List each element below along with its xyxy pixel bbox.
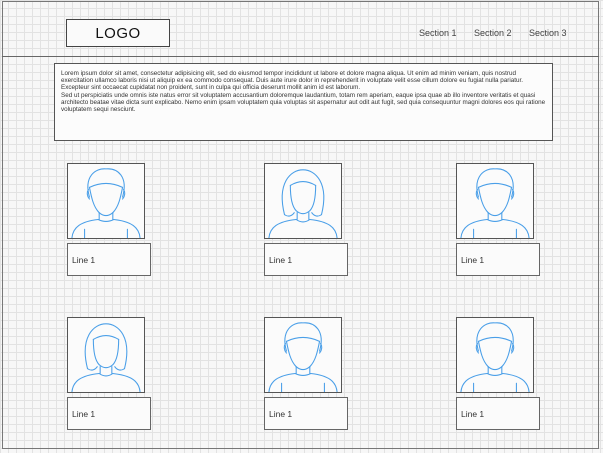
profile-card[interactable]: Line 1	[67, 317, 151, 438]
nav-link-section-1[interactable]: Section 1	[419, 28, 457, 38]
card-label-box: Line 1	[264, 243, 348, 276]
intro-text-block: Lorem ipsum dolor sit amet, consectetur …	[54, 63, 553, 141]
card-label: Line 1	[269, 255, 293, 265]
avatar	[264, 163, 342, 239]
female-avatar-icon	[71, 323, 141, 392]
card-label: Line 1	[72, 255, 96, 265]
header-divider	[2, 56, 599, 57]
avatar	[456, 163, 534, 239]
intro-paragraph-2: Sed ut perspiciatis unde omnis iste natu…	[61, 91, 546, 114]
male-avatar-icon	[268, 322, 338, 392]
female-avatar-icon	[268, 169, 338, 238]
card-label-box: Line 1	[67, 397, 151, 430]
card-label-box: Line 1	[456, 397, 540, 430]
intro-paragraph-1: Lorem ipsum dolor sit amet, consectetur …	[61, 70, 524, 92]
avatar	[264, 317, 342, 393]
card-label-box: Line 1	[67, 243, 151, 276]
card-label-box: Line 1	[456, 243, 540, 276]
nav-link-section-3[interactable]: Section 3	[529, 28, 567, 38]
profile-card[interactable]: Line 1	[67, 163, 151, 284]
profile-card[interactable]: Line 1	[456, 163, 540, 284]
card-label: Line 1	[72, 409, 96, 419]
male-avatar-icon	[71, 168, 141, 238]
male-avatar-icon	[460, 168, 530, 238]
avatar	[67, 163, 145, 239]
profile-card[interactable]: Line 1	[456, 317, 540, 438]
card-label: Line 1	[461, 255, 485, 265]
nav-link-section-2[interactable]: Section 2	[474, 28, 512, 38]
card-label: Line 1	[269, 409, 293, 419]
profile-card[interactable]: Line 1	[264, 317, 348, 438]
logo[interactable]: LOGO	[66, 19, 170, 47]
card-label-box: Line 1	[264, 397, 348, 430]
avatar	[67, 317, 145, 393]
avatar	[456, 317, 534, 393]
male-avatar-icon	[460, 322, 530, 392]
card-label: Line 1	[461, 409, 485, 419]
profile-card[interactable]: Line 1	[264, 163, 348, 284]
